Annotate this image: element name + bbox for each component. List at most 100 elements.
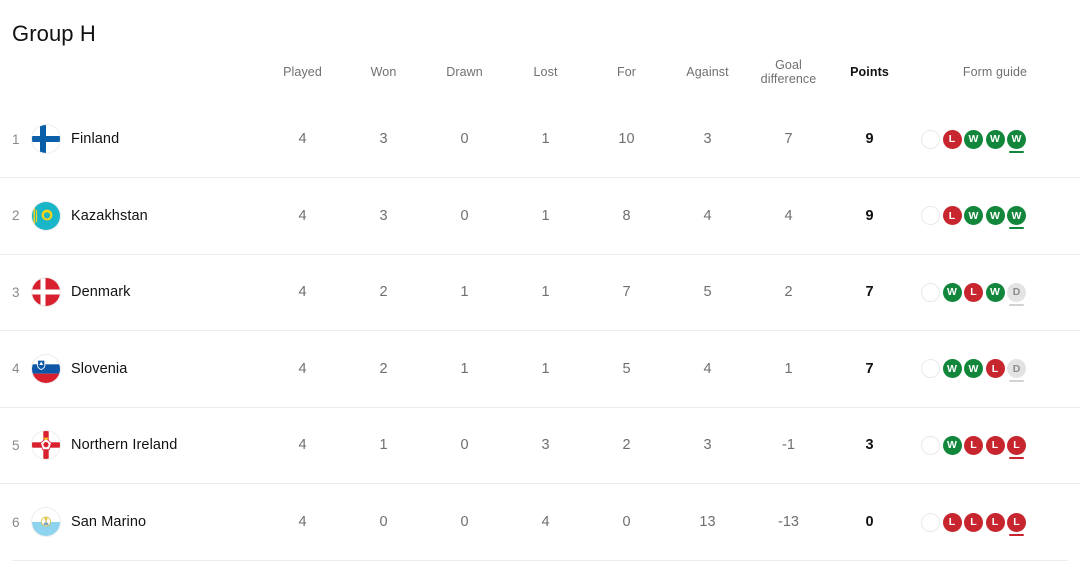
cell-points: 7 xyxy=(865,284,874,301)
form-result-l[interactable]: L xyxy=(985,435,1005,455)
form-badge: L xyxy=(985,435,1005,455)
form-result-w[interactable]: W xyxy=(985,129,1005,149)
form-badge xyxy=(921,435,940,455)
form-result-w[interactable]: W xyxy=(1007,206,1026,230)
form-result-l[interactable]: L xyxy=(985,359,1005,379)
cell-for: 7 xyxy=(622,284,631,301)
form-badge: W xyxy=(942,359,962,379)
position-number: 3 xyxy=(12,284,20,300)
flag-denmark-icon xyxy=(32,278,60,307)
team-cell[interactable]: 2 Kazakhstan xyxy=(0,178,262,255)
flag-kazakhstan-icon xyxy=(32,201,60,230)
table-row[interactable]: 4 Slovenia 4 2 1 1 5 4 1 7 W W L D xyxy=(0,330,1080,408)
cell-against: 3 xyxy=(703,437,712,454)
team-cell[interactable]: 4 Slovenia xyxy=(0,331,262,408)
form-badge: L xyxy=(964,435,983,455)
form-result-empty xyxy=(921,282,940,302)
table-header: Played Won Drawn Lost For Against Goal d… xyxy=(0,53,1080,101)
form-badge: L xyxy=(985,359,1005,379)
form-guide: WWLD xyxy=(910,359,1080,383)
cell-against: 4 xyxy=(703,360,712,377)
form-result-w[interactable]: W xyxy=(964,129,983,149)
form-result-empty xyxy=(921,512,940,532)
form-result-d[interactable]: D xyxy=(1007,359,1026,383)
cell-drawn: 0 xyxy=(460,131,469,147)
form-badge: L xyxy=(1007,435,1026,455)
cell-goal-difference: 7 xyxy=(784,131,793,147)
team-cell[interactable]: 1 Finland xyxy=(0,101,262,178)
cell-for: 0 xyxy=(622,514,631,530)
form-result-d[interactable]: D xyxy=(1007,282,1026,306)
form-result-l[interactable]: L xyxy=(942,129,962,149)
cell-played: 4 xyxy=(298,284,307,301)
cell-form-guide: WLWD xyxy=(910,254,1080,331)
form-result-l[interactable]: L xyxy=(942,512,962,532)
column-header-points: Points xyxy=(850,65,889,79)
form-result-w[interactable]: W xyxy=(1007,129,1026,153)
table-row[interactable]: 1 Finland 4 3 0 1 10 3 7 9 L W W W xyxy=(0,101,1080,178)
flag-northern-ireland-icon xyxy=(32,431,60,460)
form-result-w[interactable]: W xyxy=(964,206,983,226)
cell-lost: 4 xyxy=(541,514,550,530)
table-body: 1 Finland 4 3 0 1 10 3 7 9 L W W W 2 Kazakhstan 4 3 0 1 8 4… xyxy=(0,101,1080,560)
team-name: Kazakhstan xyxy=(71,207,148,224)
cell-played: 4 xyxy=(298,360,307,377)
form-guide: WLLL xyxy=(910,435,1080,459)
cell-for: 10 xyxy=(618,131,635,147)
form-result-w[interactable]: W xyxy=(942,435,962,455)
cell-for: 8 xyxy=(622,207,631,224)
form-result-l[interactable]: L xyxy=(1007,435,1026,459)
table-row[interactable]: 6 San Marino 4 0 0 4 0 13 -13 0 L L L L xyxy=(0,483,1080,561)
column-header-lost: Lost xyxy=(533,65,558,79)
form-badge: W xyxy=(942,435,962,455)
form-result-l[interactable]: L xyxy=(1007,512,1026,536)
form-result-w[interactable]: W xyxy=(942,282,962,302)
cell-played: 4 xyxy=(298,437,307,454)
cell-goal-difference: -13 xyxy=(778,514,799,530)
position-number: 1 xyxy=(12,131,20,147)
form-result-w[interactable]: W xyxy=(985,206,1005,226)
table-row[interactable]: 3 Denmark 4 2 1 1 7 5 2 7 W L W D xyxy=(0,254,1080,331)
form-badge: W xyxy=(964,206,983,226)
form-result-l[interactable]: L xyxy=(942,206,962,226)
form-result-empty xyxy=(921,206,940,226)
form-result-l[interactable]: L xyxy=(964,282,983,302)
form-result-empty xyxy=(921,435,940,455)
cell-points: 9 xyxy=(865,207,874,224)
form-badge: D xyxy=(1007,282,1026,302)
cell-form-guide: WWLD xyxy=(910,331,1080,408)
cell-form-guide: LWWW xyxy=(910,178,1080,255)
position-number: 4 xyxy=(12,361,20,377)
table-row[interactable]: 5 Northern Ireland 4 1 0 3 2 3 -1 3 W L L L xyxy=(0,407,1080,484)
form-badge xyxy=(921,129,940,149)
column-header-drawn: Drawn xyxy=(446,65,483,79)
cell-won: 2 xyxy=(379,360,388,377)
team-cell[interactable]: 6 San Marino xyxy=(0,484,262,561)
form-result-l[interactable]: L xyxy=(964,512,983,532)
team-cell[interactable]: 5 Northern Ireland xyxy=(0,407,262,484)
team-name: Finland xyxy=(71,131,120,147)
form-result-w[interactable]: W xyxy=(964,359,983,379)
form-badge: L xyxy=(964,512,983,532)
cell-goal-difference: 4 xyxy=(784,207,793,224)
team-name: Slovenia xyxy=(71,360,128,377)
cell-lost: 3 xyxy=(541,437,550,454)
cell-played: 4 xyxy=(298,514,307,530)
cell-goal-difference: 1 xyxy=(784,360,793,377)
column-header-won: Won xyxy=(370,65,397,79)
column-header-form-guide: Form guide xyxy=(962,65,1028,79)
form-badge: L xyxy=(964,282,983,302)
form-result-w[interactable]: W xyxy=(985,282,1005,302)
cell-form-guide: LWWW xyxy=(910,101,1080,178)
form-result-l[interactable]: L xyxy=(964,435,983,455)
goal-difference-line-2: difference xyxy=(760,72,817,86)
form-result-l[interactable]: L xyxy=(985,512,1005,532)
form-result-w[interactable]: W xyxy=(942,359,962,379)
form-result-empty xyxy=(921,359,940,379)
table-row[interactable]: 2 Kazakhstan 4 3 0 1 8 4 4 9 L W W W xyxy=(0,177,1080,255)
page-title: Group H xyxy=(12,21,96,46)
cell-points: 7 xyxy=(865,360,874,377)
cell-against: 4 xyxy=(703,207,712,224)
cell-form-guide: WLLL xyxy=(910,407,1080,484)
team-cell[interactable]: 3 Denmark xyxy=(0,254,262,331)
